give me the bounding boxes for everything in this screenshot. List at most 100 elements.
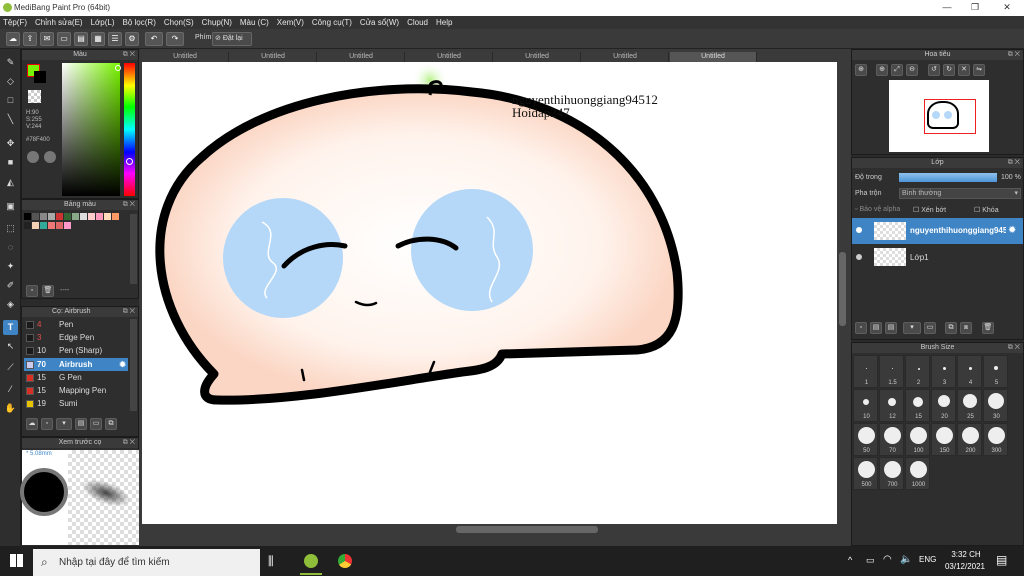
page-icon[interactable]: ▤ [74, 32, 88, 46]
brush-new-icon[interactable]: ▫ [41, 418, 53, 430]
doc-tab[interactable]: Untitled [230, 52, 317, 62]
brush-size-cell[interactable]: 20 [931, 389, 956, 422]
brush-settings-icon[interactable]: ✹ [119, 358, 126, 371]
palette-swatch[interactable] [48, 222, 55, 229]
eyedropper-tool-icon[interactable]: ⁄ [3, 382, 18, 397]
grid-icon[interactable]: ▦ [91, 32, 105, 46]
menu-file[interactable]: Tệp(F) [3, 18, 27, 27]
brush-size-cell[interactable]: 15 [905, 389, 930, 422]
eraser-tool-icon[interactable]: ◇ [3, 74, 18, 89]
hand-tool-icon[interactable]: ✋ [3, 401, 18, 416]
layer-folder-icon[interactable]: ▭ [924, 322, 936, 334]
palette-swatch[interactable] [64, 213, 71, 220]
restore-icon[interactable]: ❐ [968, 2, 982, 13]
doc-tab[interactable]: Untitled [494, 52, 581, 62]
start-icon[interactable] [10, 554, 23, 567]
notification-icon[interactable]: ▤ [996, 553, 1007, 567]
clip-checkbox[interactable]: ☐ Xén bớt [913, 206, 946, 214]
cloud-icon[interactable]: ☁ [6, 32, 20, 46]
menu-help[interactable]: Help [436, 18, 452, 27]
reset-view-icon[interactable]: ✕ [958, 64, 970, 76]
lock-checkbox[interactable]: ☐ Khóa [974, 206, 999, 214]
select-tool-icon[interactable]: ⬚ [3, 221, 18, 236]
brush-size-cell[interactable]: 1.5 [879, 355, 904, 388]
brush-scrollbar[interactable] [130, 319, 137, 411]
line-tool-icon[interactable]: ╲ [3, 112, 18, 127]
panel-controls-icon[interactable]: ⧉ ✕ [1008, 50, 1020, 60]
delete-layer-icon[interactable]: 🗑 [982, 322, 994, 334]
menu-edit[interactable]: Chỉnh sửa(E) [35, 18, 83, 27]
network-icon[interactable]: ◠ [883, 554, 892, 565]
palette-swatch[interactable] [40, 213, 47, 220]
layer-settings-icon[interactable]: ✹ [1008, 225, 1016, 236]
new-layer-icon[interactable]: ▫ [855, 322, 867, 334]
zoom-out-icon[interactable]: ⊖ [906, 64, 918, 76]
select-pen-tool-icon[interactable]: ✐ [3, 278, 18, 293]
doc-tab-active[interactable]: Untitled [670, 52, 757, 62]
search-input[interactable]: ⌕ Nhập tại đây để tìm kiếm [33, 549, 260, 576]
rotate-left-icon[interactable]: ↺ [928, 64, 940, 76]
doc-tab[interactable]: Untitled [582, 52, 669, 62]
move-tool-icon[interactable]: ✥ [3, 136, 18, 151]
palette-swatch[interactable] [56, 222, 63, 229]
chrome-taskbar-icon[interactable] [338, 554, 352, 568]
brush-size-cell[interactable]: 1000 [905, 457, 930, 490]
lasso-tool-icon[interactable]: ◌ [3, 240, 18, 255]
brush-size-cell[interactable]: 5 [983, 355, 1008, 388]
settings-icon[interactable]: ⚙ [125, 32, 139, 46]
brush-size-cell[interactable]: 50 [853, 423, 878, 456]
transparent-swatch[interactable] [28, 90, 41, 103]
hue-cursor[interactable] [126, 158, 133, 165]
brush-item[interactable]: 3 Edge Pen [24, 331, 128, 344]
menu-tools[interactable]: Công cụ(T) [312, 18, 352, 27]
visibility-icon[interactable] [856, 254, 862, 260]
palette-swatch[interactable] [32, 222, 39, 229]
reset-button[interactable]: ⊘ Đặt lại [212, 32, 252, 46]
brush-item[interactable]: 10 Pen (Sharp) [24, 344, 128, 357]
palette-swatch[interactable] [88, 213, 95, 220]
menu-view[interactable]: Xem(V) [277, 18, 304, 27]
palette-swatch[interactable] [24, 213, 31, 220]
brush-copy-icon[interactable]: ▤ [75, 418, 87, 430]
new-layer-1bit-icon[interactable]: ▤ [885, 322, 897, 334]
panel-controls-icon[interactable]: ⧉ ✕ [1008, 158, 1020, 168]
brush-duplicate-icon[interactable]: ⧉ [105, 418, 117, 430]
palette-swatch[interactable] [40, 222, 47, 229]
bucket-tool-icon[interactable]: ◭ [3, 175, 18, 190]
clock-time[interactable]: 3:32 CH [946, 550, 986, 559]
chevron-up-icon[interactable]: ^ [848, 555, 852, 565]
fit-icon[interactable]: ⤢ [891, 64, 903, 76]
opacity-slider[interactable] [899, 173, 997, 182]
protect-alpha-checkbox[interactable]: ▫ Bảo vệ alpha [855, 206, 900, 213]
vertical-scroll-thumb[interactable] [839, 252, 846, 326]
horizontal-scroll-thumb[interactable] [456, 526, 598, 533]
brush-tool-icon[interactable]: ✎ [3, 55, 18, 70]
gradient-tool-icon[interactable]: ▣ [3, 199, 18, 214]
brush-size-cell[interactable]: 10 [853, 389, 878, 422]
new-layer-8bit-icon[interactable]: ▤ [870, 322, 882, 334]
divide-tool-icon[interactable]: ⟋ [3, 360, 18, 375]
panel-controls-icon[interactable]: ⧉ ✕ [1008, 343, 1020, 353]
menu-capture[interactable]: Chụp(N) [202, 18, 232, 27]
sv-cursor[interactable] [115, 65, 121, 71]
palette-swatch[interactable] [24, 222, 31, 229]
comment-icon[interactable]: ✉ [40, 32, 54, 46]
undo-icon[interactable]: ↶ [145, 32, 163, 46]
menu-color[interactable]: Màu (C) [240, 18, 269, 27]
brush-size-cell[interactable]: 2 [905, 355, 930, 388]
palette-delete-icon[interactable]: 🗑 [42, 285, 54, 297]
brush-size-cell[interactable]: 70 [879, 423, 904, 456]
palette-swatch[interactable] [32, 213, 39, 220]
navigator-thumbnail[interactable] [889, 80, 989, 152]
select-eraser-tool-icon[interactable]: ◈ [3, 297, 18, 312]
redo-icon[interactable]: ↷ [166, 32, 184, 46]
hue-slider[interactable] [124, 63, 135, 196]
blend-select[interactable]: Bình thường ▾ [899, 188, 1021, 199]
brush-size-cell[interactable]: 500 [853, 457, 878, 490]
text-tool-icon[interactable]: T [3, 320, 18, 335]
panel-controls-icon[interactable]: ⧉ ✕ [123, 200, 135, 210]
brush-item[interactable]: 19 Sumi [24, 397, 128, 410]
palette-swatch[interactable] [56, 213, 63, 220]
magic-wand-tool-icon[interactable]: ✦ [3, 259, 18, 274]
layer-row-selected[interactable]: nguyenthihuonggiang94512 ✹ [852, 218, 1023, 244]
